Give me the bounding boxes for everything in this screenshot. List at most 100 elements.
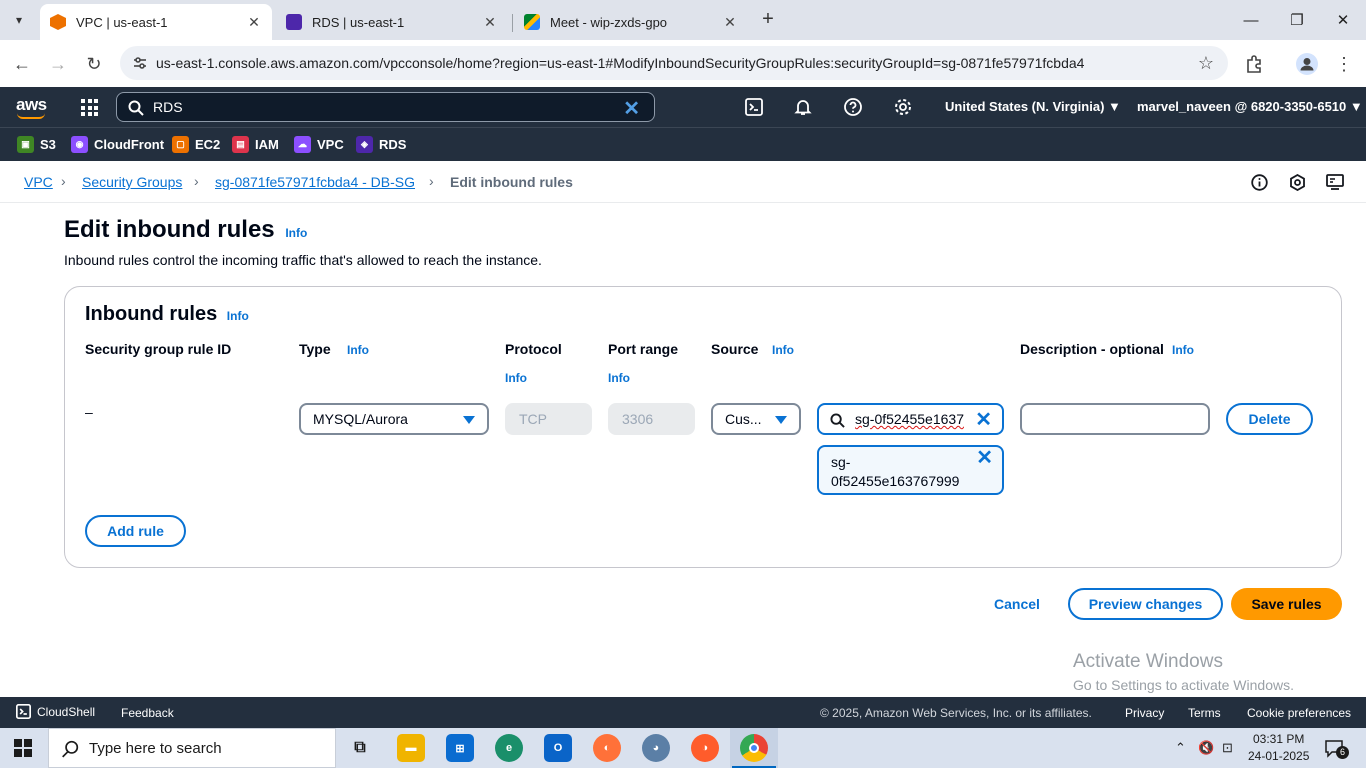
firefox-dev-icon[interactable]: ◑ [691,734,719,762]
forward-arrow-icon[interactable]: → [44,50,72,78]
terms-link[interactable]: Terms [1188,706,1221,720]
clear-search-icon[interactable]: ✕ [623,96,640,121]
source-token: sg- 0f52455e163767999 ✕ [817,445,1004,495]
description-info-link[interactable]: Info [1172,343,1194,357]
description-input[interactable] [1020,403,1210,435]
network-icon[interactable]: ⊡ [1222,740,1233,756]
close-tab-icon[interactable]: ✕ [722,14,738,31]
feedback-link[interactable]: Feedback [121,706,174,720]
browser-menu-icon[interactable]: ⋮ [1332,52,1356,76]
account-menu[interactable]: marvel_naveen @ 6820-3350-6510 ▼ [1137,99,1363,114]
notifications-bell-icon[interactable] [793,97,813,117]
tab-title: Meet - wip-zxds-gpo [550,14,668,30]
source-search-value: sg-0f52455e1637 [855,411,964,427]
cloudshell-icon[interactable] [744,97,764,117]
notification-center-icon[interactable]: 6 [1324,738,1349,761]
back-arrow-icon[interactable]: ← [8,50,36,78]
aws-logo[interactable]: aws [16,95,47,119]
type-info-link[interactable]: Info [347,343,369,357]
column-header-rule-id: Security group rule ID [85,341,232,357]
gimp-icon[interactable]: ◕ [642,734,670,762]
tab-separator [512,14,513,32]
inbound-rules-info-link[interactable]: Info [227,309,249,323]
source-search-input[interactable]: sg-0f52455e1637 ✕ [817,403,1004,435]
info-circle-icon[interactable] [1250,173,1268,191]
windows-start-icon[interactable] [14,739,32,757]
type-select-value: MYSQL/Aurora [313,411,408,427]
favorite-vpc[interactable]: ☁ VPC [294,136,344,153]
show-hidden-icons-chevron-icon[interactable]: ⌃ [1175,740,1186,756]
region-selector[interactable]: United States (N. Virginia) ▼ [945,99,1121,114]
address-bar[interactable]: us-east-1.console.aws.amazon.com/vpccons… [120,46,1228,80]
type-select[interactable]: MYSQL/Aurora [299,403,489,435]
clock-time: 03:31 PM [1253,732,1305,746]
preview-changes-button[interactable]: Preview changes [1068,588,1223,620]
page-info-link[interactable]: Info [285,226,307,240]
source-info-link[interactable]: Info [772,343,794,357]
cloudfront-service-icon: ◉ [71,136,88,153]
favorite-ec2[interactable]: ▢ EC2 [172,136,220,153]
volume-muted-icon[interactable]: 🔇 [1198,740,1214,756]
add-rule-button[interactable]: Add rule [85,515,186,547]
tab-meet[interactable]: Meet - wip-zxds-gpo ✕ [514,4,748,40]
favorite-label: S3 [40,137,56,152]
protocol-info-link[interactable]: Info [505,371,527,385]
breadcrumb-security-group[interactable]: sg-0871fe57971fcbda4 - DB-SG [215,174,415,190]
breadcrumb-security-groups[interactable]: Security Groups [82,174,182,190]
services-grid-icon[interactable] [81,99,98,116]
task-view-icon[interactable]: ⧉ [346,734,374,762]
clear-source-icon[interactable]: ✕ [971,407,992,432]
rds-service-icon: ◈ [356,136,373,153]
security-hexagon-icon[interactable] [1288,173,1306,191]
favorite-cloudfront[interactable]: ◉ CloudFront [71,136,164,153]
outlook-icon[interactable]: O [544,734,572,762]
site-settings-icon[interactable] [132,55,148,71]
remove-token-icon[interactable]: ✕ [976,448,993,468]
favorites-bar: ▣ S3 ◉ CloudFront ▢ EC2 ▤ IAM ☁ VPC ◈ RD… [0,127,1366,161]
close-window-icon[interactable]: ✕ [1320,0,1366,40]
cloudshell-footer-link[interactable]: CloudShell [16,704,95,719]
source-type-select[interactable]: Cus... [711,403,801,435]
microsoft-store-icon[interactable]: ⊞ [446,734,474,762]
layout-panel-icon[interactable] [1326,173,1344,191]
taskbar-search-input[interactable]: Type here to search [48,728,336,768]
new-tab-plus-icon[interactable]: + [756,8,780,32]
minimize-window-icon[interactable]: — [1228,0,1274,40]
cloudshell-icon [16,704,31,719]
help-question-icon[interactable] [843,97,863,117]
save-rules-button[interactable]: Save rules [1231,588,1342,620]
close-tab-icon[interactable]: ✕ [482,14,498,31]
favorite-iam[interactable]: ▤ IAM [232,136,279,153]
taskbar-clock[interactable]: 03:31 PM 24-01-2025 [1248,731,1309,765]
privacy-link[interactable]: Privacy [1125,706,1164,720]
aws-vpc-favicon-icon [50,14,66,30]
tab-vpc[interactable]: VPC | us-east-1 ✕ [40,4,272,40]
reload-icon[interactable]: ↻ [80,50,108,78]
firefox-icon[interactable]: ◐ [593,734,621,762]
port-range-info-link[interactable]: Info [608,371,630,385]
favorite-rds[interactable]: ◈ RDS [356,136,406,153]
aws-search-input[interactable]: RDS ✕ [116,92,655,122]
column-header-description: Description - optional [1020,341,1164,357]
source-token-line2: 0f52455e163767999 [831,473,960,489]
edge-browser-icon[interactable]: e [495,734,523,762]
bookmark-star-icon[interactable]: ☆ [1198,53,1214,74]
aws-rds-favicon-icon [286,14,302,30]
chrome-icon[interactable] [732,734,776,768]
notification-count: 6 [1336,746,1349,759]
favorite-label: IAM [255,137,279,152]
close-tab-icon[interactable]: ✕ [246,14,262,31]
delete-rule-button[interactable]: Delete [1226,403,1313,435]
cancel-button[interactable]: Cancel [994,596,1040,612]
breadcrumb-vpc[interactable]: VPC [24,174,53,190]
profile-avatar-icon[interactable] [1295,52,1319,76]
cookie-preferences-link[interactable]: Cookie preferences [1247,706,1351,720]
tab-rds[interactable]: RDS | us-east-1 ✕ [276,4,508,40]
rule-id-value: – [85,404,93,420]
settings-gear-icon[interactable] [893,97,913,117]
favorite-s3[interactable]: ▣ S3 [17,136,56,153]
extensions-puzzle-icon[interactable] [1242,52,1266,76]
restore-window-icon[interactable]: ❐ [1274,0,1320,40]
file-explorer-icon[interactable]: ▬ [397,734,425,762]
tab-search-chevron-icon[interactable]: ▾ [6,8,32,32]
